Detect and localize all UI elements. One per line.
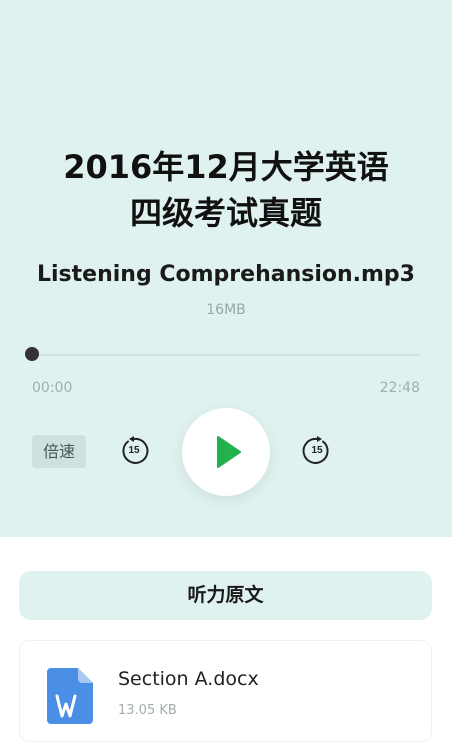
play-button[interactable] <box>182 408 270 496</box>
file-name: Section A.docx <box>118 668 259 690</box>
file-size: 13.05 KB <box>118 703 177 718</box>
play-icon <box>217 436 241 468</box>
list-item[interactable]: Section A.docx 13.05 KB <box>19 640 432 742</box>
audio-file-size: 16MB <box>206 302 246 318</box>
word-doc-icon <box>47 668 93 724</box>
audio-title-line1: 2016年12月大学英语 <box>63 148 389 186</box>
speed-button[interactable]: 倍速 <box>32 435 86 468</box>
time-current: 00:00 <box>32 380 73 396</box>
skip-back-button[interactable]: 15 <box>119 436 149 466</box>
skip-forward-seconds: 15 <box>311 445 323 456</box>
audio-player: 2016年12月大学英语 四级考试真题 Listening Comprehans… <box>0 0 452 537</box>
audio-file-name: Listening Comprehansion.mp3 <box>37 262 415 287</box>
time-total: 22:48 <box>379 380 420 396</box>
audio-title: 2016年12月大学英语 四级考试真题 <box>0 144 452 236</box>
progress-thumb[interactable] <box>25 347 39 361</box>
skip-back-seconds: 15 <box>128 445 140 456</box>
transcript-header[interactable]: 听力原文 <box>19 571 432 620</box>
skip-forward-button[interactable]: 15 <box>302 436 332 466</box>
progress-track[interactable] <box>32 354 420 356</box>
audio-title-line2: 四级考试真题 <box>129 194 322 232</box>
